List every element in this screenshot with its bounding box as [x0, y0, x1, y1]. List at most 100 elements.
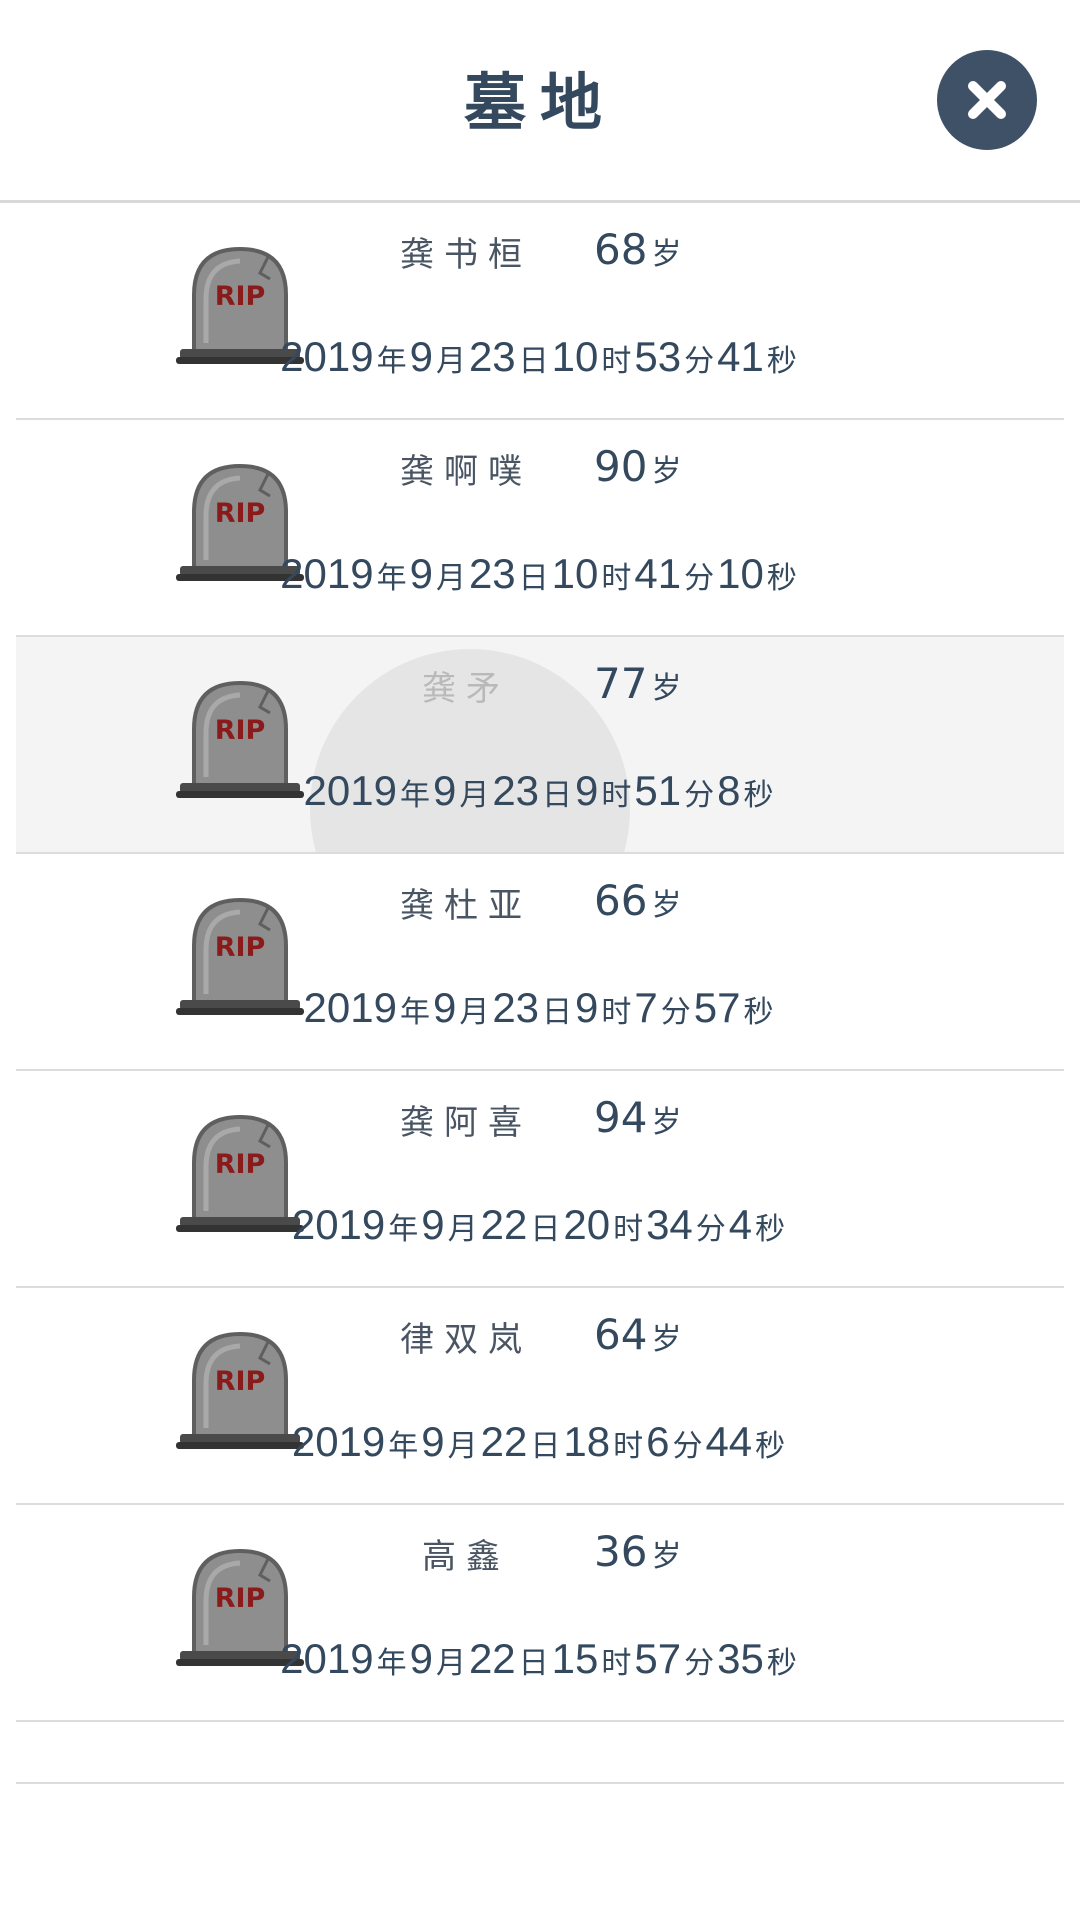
second-value: 4	[728, 1201, 753, 1248]
day-unit: 日	[518, 561, 549, 596]
hour-unit: 时	[601, 778, 632, 813]
day-unit: 日	[542, 778, 573, 813]
hour-unit: 时	[613, 1429, 644, 1464]
grave-row-partial[interactable]	[16, 1722, 1064, 1784]
death-time: 2019 年9 月22 日15 时57 分35 秒	[16, 1635, 1064, 1683]
deceased-age: 90 岁	[594, 442, 681, 491]
minute-value: 34	[646, 1201, 693, 1248]
year-value: 2019	[280, 1635, 374, 1682]
age-unit: 岁	[651, 1105, 682, 1140]
grave-row[interactable]: RIP 龚啊噗 90 岁 2019 年9 月23 日10 时41 分10 秒	[16, 420, 1064, 637]
deceased-name: 龚书桓	[400, 235, 532, 275]
tombstone-text: RIP	[215, 715, 266, 746]
deceased-name: 龚杜亚	[400, 886, 532, 926]
month-unit: 月	[459, 778, 490, 813]
grave-row[interactable]: RIP 龚阿喜 94 岁 2019 年9 月22 日20 时34 分4 秒	[16, 1071, 1064, 1288]
hour-value: 10	[551, 333, 599, 380]
hour-value: 18	[563, 1418, 611, 1465]
year-value: 2019	[303, 767, 397, 814]
minute-unit: 分	[672, 1429, 703, 1464]
second-value: 44	[705, 1418, 753, 1465]
day-value: 23	[468, 550, 516, 597]
second-value: 41	[717, 333, 764, 380]
age-value: 94	[594, 1093, 648, 1142]
month-unit: 月	[447, 1429, 478, 1464]
minute-value: 41	[634, 550, 682, 597]
death-time: 2019 年9 月22 日18 时6 分44 秒	[16, 1418, 1064, 1466]
second-value: 10	[717, 550, 764, 597]
deceased-age: 66 岁	[594, 876, 681, 925]
day-value: 22	[480, 1418, 528, 1465]
month-value: 9	[432, 767, 457, 814]
close-icon	[968, 81, 1006, 119]
day-value: 22	[468, 1635, 516, 1682]
deceased-age: 68 岁	[594, 225, 681, 274]
tombstone-text: RIP	[215, 932, 266, 963]
tombstone-text: RIP	[215, 1366, 266, 1397]
year-value: 2019	[291, 1201, 386, 1248]
year-unit: 年	[376, 344, 407, 379]
hour-unit: 时	[601, 344, 632, 379]
hour-value: 9	[575, 767, 599, 814]
minute-value: 7	[634, 984, 658, 1031]
age-unit: 岁	[651, 454, 682, 489]
second-unit: 秒	[755, 1429, 786, 1464]
minute-unit: 分	[695, 1212, 726, 1247]
age-value: 66	[594, 876, 648, 925]
month-value: 9	[409, 333, 433, 380]
month-value: 9	[421, 1418, 445, 1465]
day-value: 22	[480, 1201, 528, 1248]
deceased-name: 高鑫	[422, 1537, 510, 1577]
grave-row[interactable]: RIP 龚杜亚 66 岁 2019 年9 月23 日9 时7 分57 秒	[16, 854, 1064, 1071]
age-value: 36	[594, 1527, 648, 1576]
second-unit: 秒	[766, 561, 797, 596]
second-unit: 秒	[766, 1646, 797, 1681]
age-unit: 岁	[651, 237, 682, 272]
close-button[interactable]	[937, 50, 1037, 150]
month-unit: 月	[435, 1646, 466, 1681]
day-unit: 日	[518, 1646, 549, 1681]
grave-list: RIP 龚书桓 68 岁 2019 年9 月23 日10 时53 分41 秒 RIP 龚啊噗 …	[16, 203, 1064, 1784]
hour-unit: 时	[601, 995, 632, 1030]
year-unit: 年	[388, 1212, 419, 1247]
year-value: 2019	[280, 333, 374, 380]
month-unit: 月	[435, 344, 466, 379]
hour-unit: 时	[601, 1646, 632, 1681]
death-time: 2019 年9 月23 日10 时53 分41 秒	[16, 333, 1064, 381]
minute-unit: 分	[684, 1646, 715, 1681]
minute-value: 57	[634, 1635, 682, 1682]
month-value: 9	[409, 550, 433, 597]
tombstone-text: RIP	[215, 1149, 266, 1180]
death-time: 2019 年9 月22 日20 时34 分4 秒	[16, 1201, 1064, 1249]
minute-value: 6	[646, 1418, 670, 1465]
second-unit: 秒	[755, 1212, 786, 1247]
month-value: 9	[432, 984, 457, 1031]
grave-row[interactable]: RIP 龚矛 77 岁 2019 年9 月23 日9 时51 分8 秒	[16, 637, 1064, 854]
tombstone-text: RIP	[215, 498, 266, 529]
month-unit: 月	[459, 995, 490, 1030]
month-value: 9	[421, 1201, 445, 1248]
grave-row[interactable]: RIP 律双岚 64 岁 2019 年9 月22 日18 时6 分44 秒	[16, 1288, 1064, 1505]
grave-row[interactable]: RIP 高鑫 36 岁 2019 年9 月22 日15 时57 分35 秒	[16, 1505, 1064, 1722]
minute-unit: 分	[684, 778, 715, 813]
day-unit: 日	[518, 344, 549, 379]
deceased-name: 龚矛	[422, 669, 510, 709]
deceased-age: 77 岁	[594, 659, 681, 708]
year-unit: 年	[399, 778, 430, 813]
deceased-age: 36 岁	[594, 1527, 681, 1576]
age-value: 68	[594, 225, 648, 274]
age-unit: 岁	[651, 1539, 682, 1574]
age-unit: 岁	[651, 888, 682, 923]
day-value: 23	[468, 333, 516, 380]
year-unit: 年	[376, 1646, 407, 1681]
deceased-age: 64 岁	[594, 1310, 681, 1359]
header: 墓地	[0, 0, 1080, 203]
second-value: 35	[717, 1635, 764, 1682]
second-value: 57	[693, 984, 741, 1031]
day-value: 23	[492, 767, 540, 814]
minute-unit: 分	[684, 561, 715, 596]
tombstone-text: RIP	[215, 1583, 266, 1614]
minute-value: 53	[634, 333, 682, 380]
grave-row[interactable]: RIP 龚书桓 68 岁 2019 年9 月23 日10 时53 分41 秒	[16, 203, 1064, 420]
second-unit: 秒	[743, 778, 774, 813]
